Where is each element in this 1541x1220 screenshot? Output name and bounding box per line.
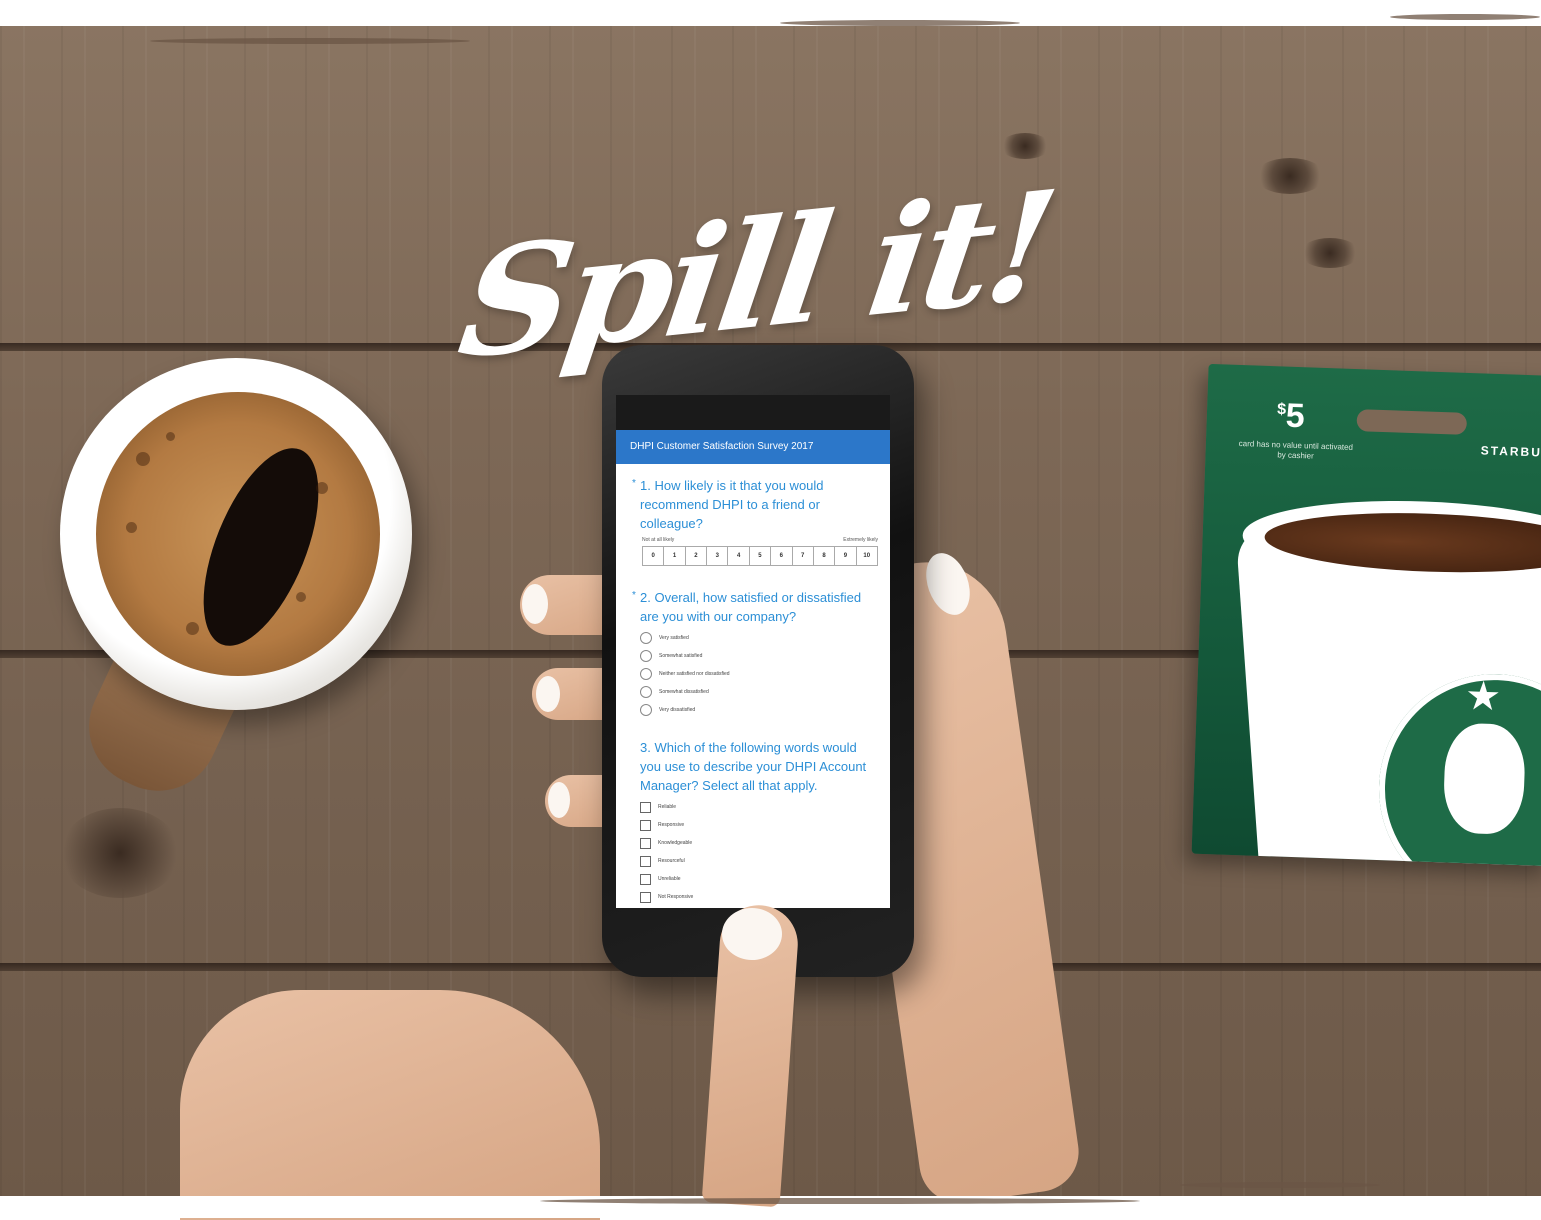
checkbox-option[interactable]: Resourceful — [640, 855, 890, 867]
radio-option[interactable]: Very satisfied — [640, 632, 890, 644]
card-hanger-slot — [1356, 409, 1468, 435]
question-2-text: 2. Overall, how satisfied or dissatisfie… — [640, 590, 862, 624]
checkbox[interactable] — [640, 891, 651, 903]
scale-option[interactable]: 0 — [643, 547, 665, 565]
scale-option[interactable]: 9 — [835, 547, 857, 565]
scale-option[interactable]: 5 — [750, 547, 772, 565]
coffee-dark-pool — [179, 432, 343, 662]
coffee-surface — [96, 392, 380, 676]
wood-knot — [1255, 158, 1325, 194]
required-marker: * — [632, 590, 636, 601]
brush-stroke — [780, 20, 1020, 26]
question-3-text: 3. Which of the following words would yo… — [640, 740, 867, 793]
scale-option[interactable]: 1 — [664, 547, 686, 565]
checkbox-option[interactable]: Responsive — [640, 819, 890, 831]
checkbox-option[interactable]: Knowledgeable — [640, 837, 890, 849]
survey-title: DHPI Customer Satisfaction Survey 2017 — [616, 430, 890, 464]
checkbox-option[interactable]: Unreliable — [640, 873, 890, 885]
scale-labels: Not at all likely Extremely likely — [642, 537, 878, 543]
brush-stroke — [1180, 1182, 1380, 1188]
card-amount: $5 — [1276, 396, 1306, 436]
checkbox[interactable] — [640, 873, 651, 885]
question-3: 3. Which of the following words would yo… — [640, 738, 876, 795]
brush-stroke — [150, 38, 470, 44]
card-brand: STARBUCKS — [1480, 443, 1541, 461]
wood-knot — [60, 808, 180, 898]
brush-stroke — [540, 1198, 1140, 1204]
radio-button[interactable] — [640, 704, 652, 716]
scale-high-label: Extremely likely — [843, 537, 878, 543]
radio-button[interactable] — [640, 650, 652, 662]
scale-option[interactable]: 3 — [707, 547, 729, 565]
radio-option[interactable]: Very dissatisfied — [640, 704, 890, 716]
radio-option[interactable]: Somewhat satisfied — [640, 650, 890, 662]
nps-scale: 0 1 2 3 4 5 6 7 8 9 10 — [642, 546, 878, 566]
torn-paper-top-edge — [0, 0, 1541, 26]
question-1: * 1. How likely is it that you would rec… — [632, 476, 876, 533]
wood-knot — [1300, 238, 1360, 268]
question-1-text: 1. How likely is it that you would recom… — [640, 478, 824, 531]
scale-option[interactable]: 2 — [686, 547, 708, 565]
radio-option[interactable]: Somewhat dissatisfied — [640, 686, 890, 698]
gift-card: $5 card has no value until activated by … — [1191, 363, 1541, 867]
question-2: * 2. Overall, how satisfied or dissatisf… — [632, 588, 876, 626]
radio-option[interactable]: Neither satisfied nor dissatisfied — [640, 668, 890, 680]
checkbox[interactable] — [640, 819, 651, 831]
radio-button[interactable] — [640, 686, 652, 698]
required-marker: * — [632, 478, 636, 489]
scale-option[interactable]: 6 — [771, 547, 793, 565]
left-hand — [180, 990, 600, 1220]
checkbox-option[interactable]: Reliable — [640, 801, 890, 813]
scale-option[interactable]: 4 — [728, 547, 750, 565]
card-fine-print: card has no value until activated by cas… — [1238, 438, 1354, 461]
star-icon: ★ — [1464, 674, 1502, 720]
scale-option[interactable]: 7 — [793, 547, 814, 565]
survey-screen: DHPI Customer Satisfaction Survey 2017 *… — [616, 430, 890, 908]
wood-knot — [1000, 133, 1050, 159]
checkbox-option[interactable]: Not Responsive — [640, 891, 890, 903]
brush-stroke — [1390, 14, 1540, 20]
radio-button[interactable] — [640, 632, 652, 644]
scale-option[interactable]: 8 — [814, 547, 836, 565]
checkbox[interactable] — [640, 801, 651, 813]
checkbox[interactable] — [640, 855, 651, 867]
checkbox[interactable] — [640, 837, 651, 849]
radio-button[interactable] — [640, 668, 652, 680]
scale-option[interactable]: 10 — [857, 547, 877, 565]
scale-low-label: Not at all likely — [642, 537, 675, 543]
